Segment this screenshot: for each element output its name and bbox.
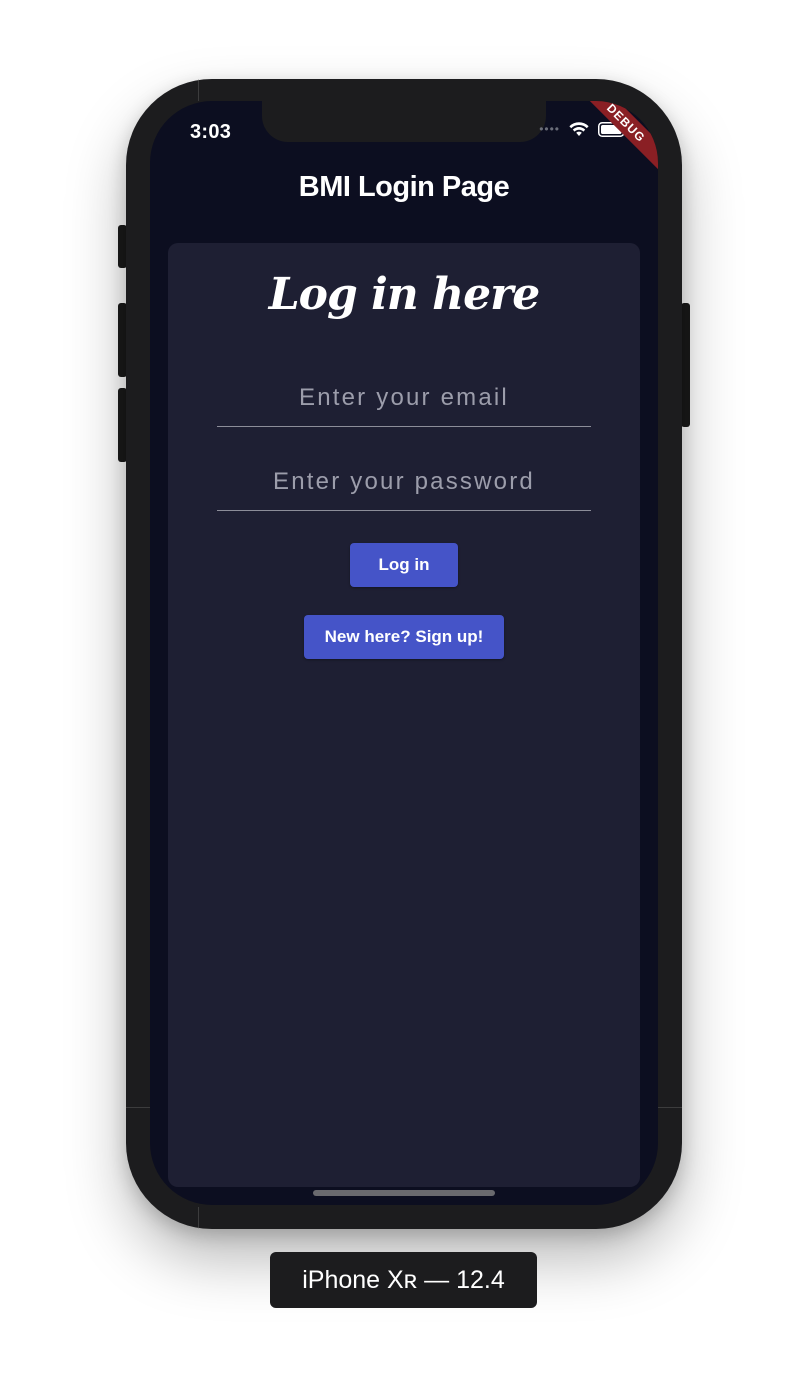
signup-button[interactable]: New here? Sign up! (304, 615, 504, 659)
password-field (217, 454, 591, 511)
guide-line (126, 1107, 150, 1108)
notch (262, 101, 546, 142)
password-input[interactable] (217, 454, 591, 510)
email-field (217, 370, 591, 427)
wifi-icon (568, 121, 590, 137)
login-heading: Log in here (268, 269, 541, 320)
guide-line (198, 79, 199, 101)
login-button[interactable]: Log in (350, 543, 458, 587)
guide-line (198, 1207, 199, 1229)
login-card: Log in here Log in New here? Sign up! (168, 243, 640, 1187)
power-button (681, 303, 690, 427)
status-time: 3:03 (190, 121, 232, 143)
device-caption: iPhone Xʀ — 12.4 (270, 1252, 537, 1308)
guide-line (658, 1107, 682, 1108)
email-input[interactable] (217, 370, 591, 426)
home-indicator (313, 1190, 495, 1196)
signal-dots-icon: •••• (539, 122, 560, 136)
simulator-stage: 3:03 •••• DEBUG BMI Login Page Log in he… (0, 0, 808, 1380)
app-bar-title: BMI Login Page (298, 171, 510, 203)
device-screen: 3:03 •••• DEBUG BMI Login Page Log in he… (150, 101, 658, 1205)
